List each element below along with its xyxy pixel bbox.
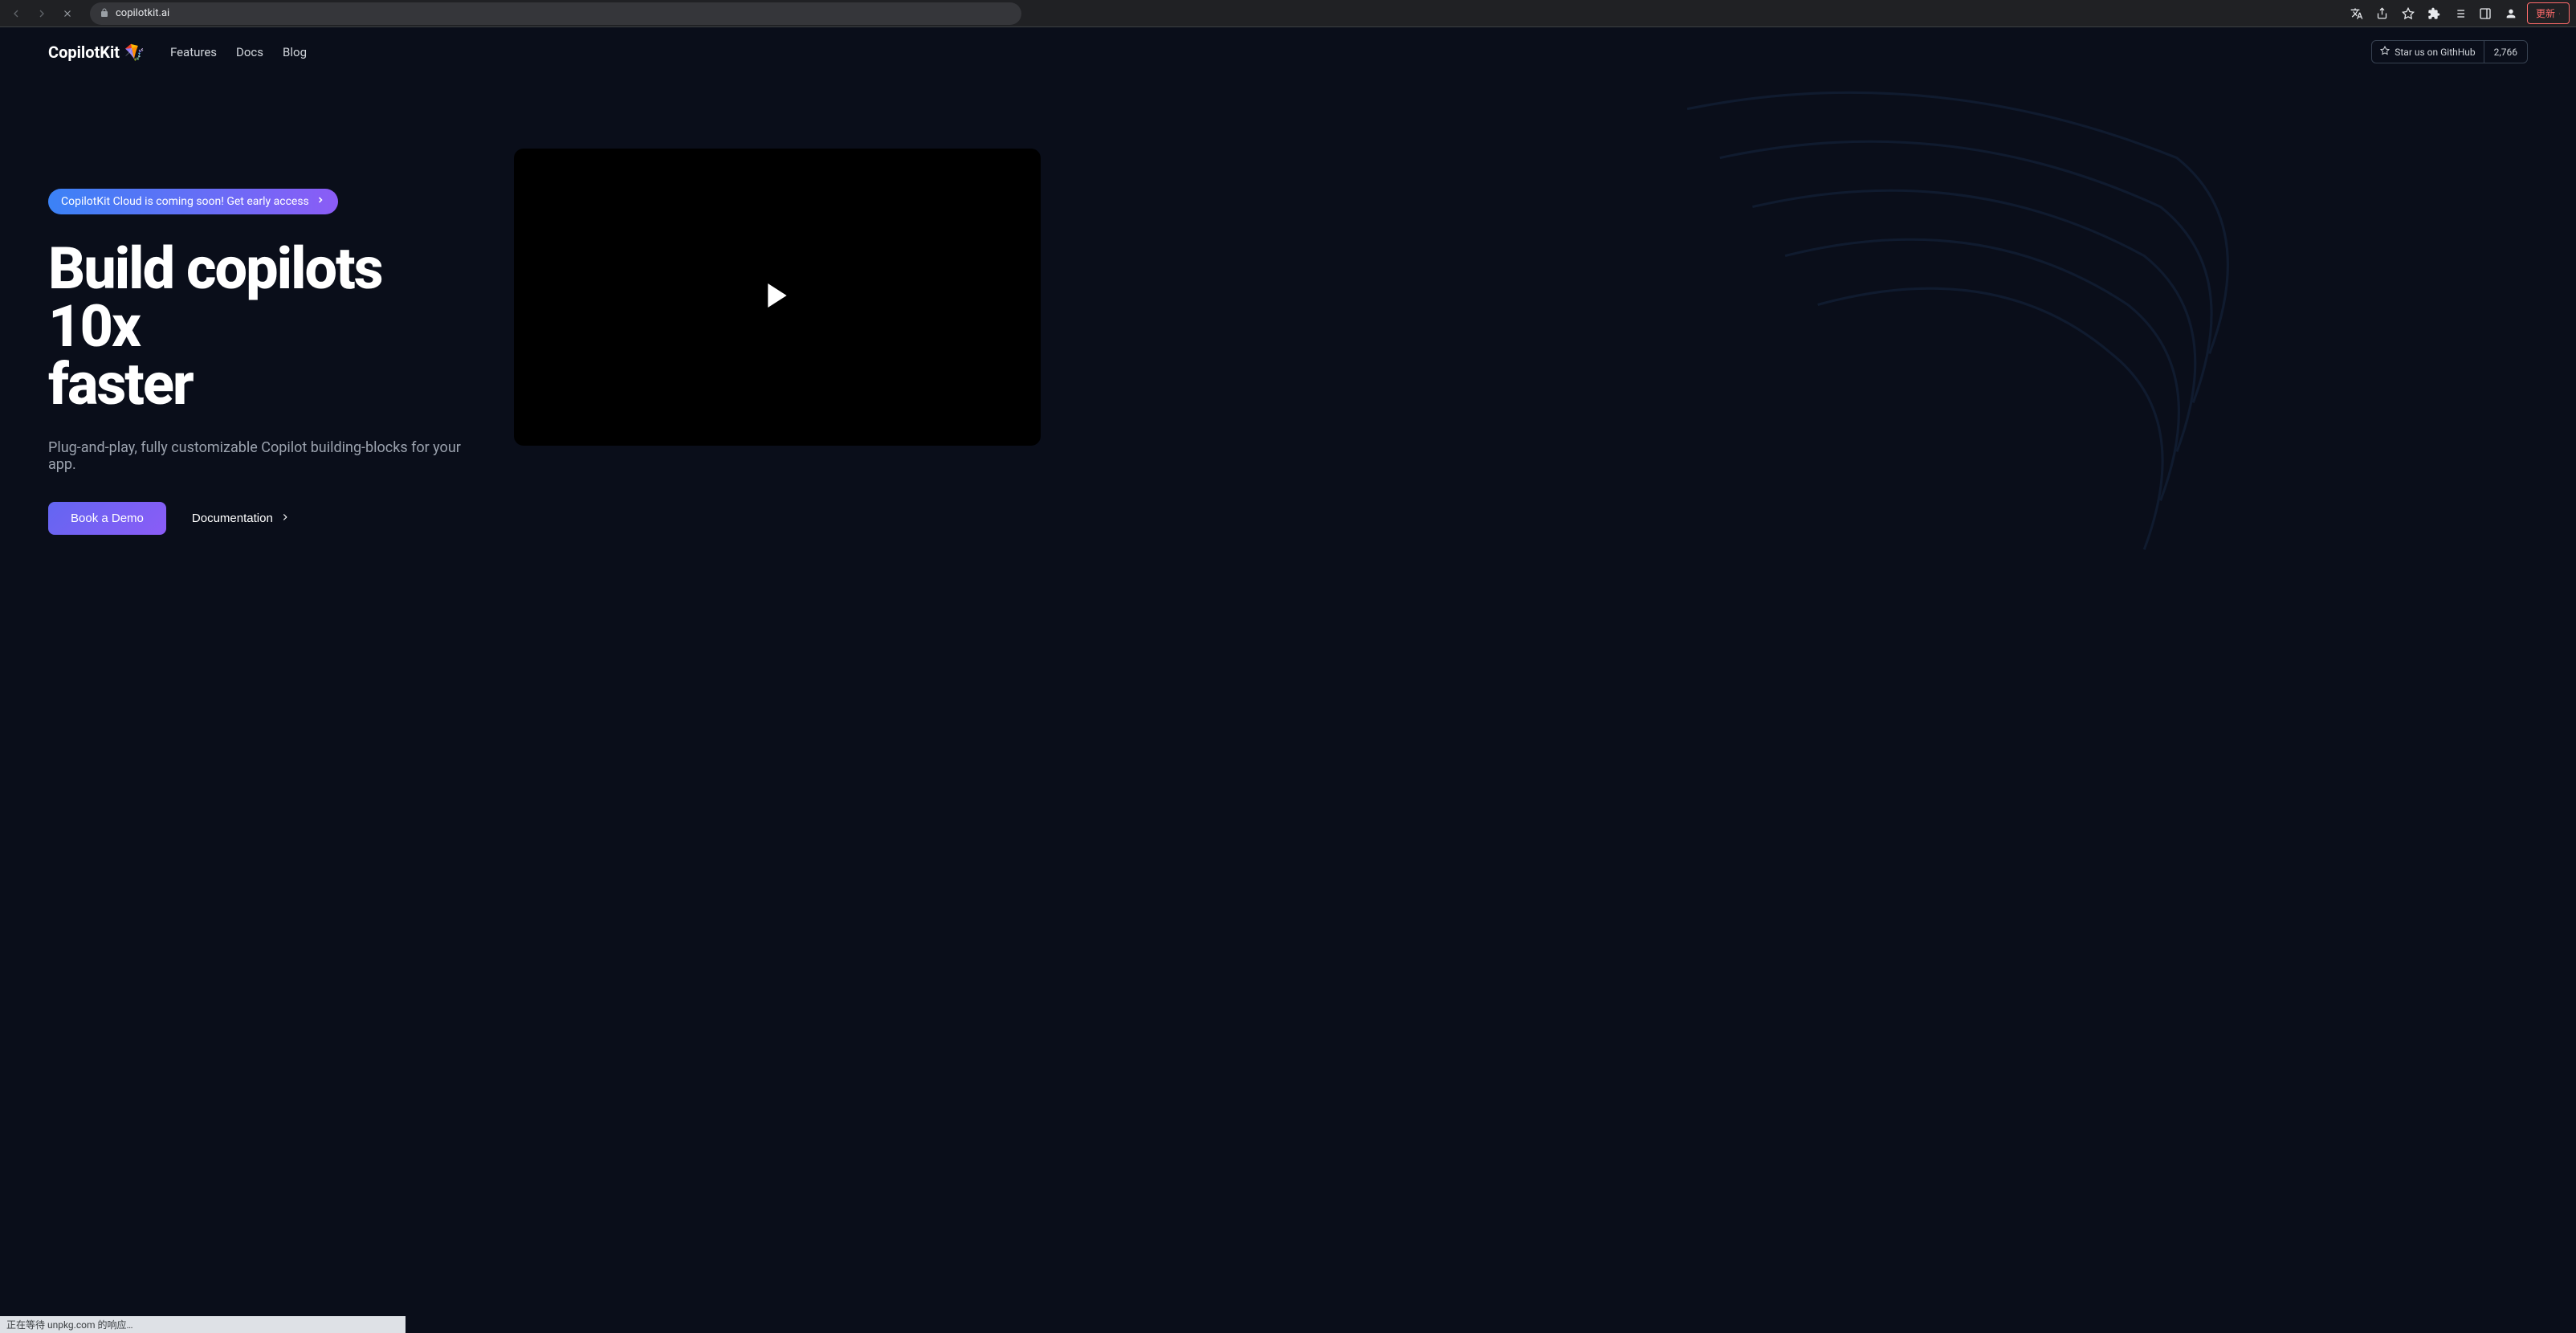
video-player[interactable] — [514, 149, 1041, 446]
page-content: CopilotKit 🪁 Features Docs Blog Star us … — [0, 27, 2576, 1333]
chrome-actions: 更新 — [2347, 2, 2570, 24]
side-panel-icon[interactable] — [2476, 4, 2495, 23]
share-icon[interactable] — [2373, 4, 2392, 23]
extensions-icon[interactable] — [2424, 4, 2444, 23]
github-star-button[interactable]: Star us on GithHub 2,766 — [2371, 40, 2528, 63]
browser-chrome: copilotkit.ai 更新 — [0, 0, 2576, 27]
profile-icon[interactable] — [2501, 4, 2521, 23]
url-text: copilotkit.ai — [116, 7, 169, 19]
nav-link-features[interactable]: Features — [170, 45, 217, 59]
logo[interactable]: CopilotKit 🪁 — [48, 43, 145, 62]
documentation-label: Documentation — [192, 512, 273, 525]
hero-title: Build copilots 10x faster — [48, 240, 482, 414]
bookmark-star-icon[interactable] — [2399, 4, 2418, 23]
browser-nav-buttons — [6, 4, 77, 23]
hero-subtitle: Plug-and-play, fully customizable Copilo… — [48, 439, 482, 473]
chevron-right-icon — [316, 195, 325, 208]
hero-section: CopilotKit Cloud is coming soon! Get ear… — [0, 76, 2576, 535]
reading-list-icon[interactable] — [2450, 4, 2469, 23]
hero-right — [514, 149, 2528, 535]
documentation-button[interactable]: Documentation — [192, 512, 291, 526]
announcement-text: CopilotKit Cloud is coming soon! Get ear… — [61, 195, 309, 208]
github-star-label: Star us on GithHub — [2395, 47, 2475, 58]
back-button[interactable] — [6, 4, 26, 23]
translate-icon[interactable] — [2347, 4, 2366, 23]
nav-links: Features Docs Blog — [170, 45, 307, 59]
address-bar[interactable]: copilotkit.ai — [90, 2, 1021, 25]
browser-status-bar: 正在等待 unpkg.com 的响应… — [0, 1316, 406, 1333]
forward-button[interactable] — [32, 4, 51, 23]
chevron-right-icon — [279, 512, 291, 526]
update-button[interactable]: 更新 — [2527, 2, 2570, 24]
hero-left: CopilotKit Cloud is coming soon! Get ear… — [48, 149, 482, 535]
logo-text: CopilotKit — [48, 43, 120, 62]
stop-reload-button[interactable] — [58, 4, 77, 23]
update-label: 更新 — [2536, 6, 2555, 20]
github-star-label-section: Star us on GithHub — [2372, 41, 2484, 63]
book-demo-button[interactable]: Book a Demo — [48, 502, 166, 535]
lock-icon — [100, 6, 109, 21]
announcement-pill[interactable]: CopilotKit Cloud is coming soon! Get ear… — [48, 189, 338, 214]
site-header: CopilotKit 🪁 Features Docs Blog Star us … — [0, 27, 2576, 76]
github-star-count: 2,766 — [2484, 42, 2527, 63]
hero-buttons: Book a Demo Documentation — [48, 502, 482, 535]
play-icon — [761, 279, 793, 315]
hero-title-line2: faster — [48, 350, 193, 418]
logo-emoji: 🪁 — [124, 43, 145, 62]
star-icon — [2380, 46, 2390, 58]
nav-link-blog[interactable]: Blog — [283, 45, 307, 59]
nav-link-docs[interactable]: Docs — [236, 45, 263, 59]
hero-title-line1: Build copilots 10x — [48, 234, 382, 361]
